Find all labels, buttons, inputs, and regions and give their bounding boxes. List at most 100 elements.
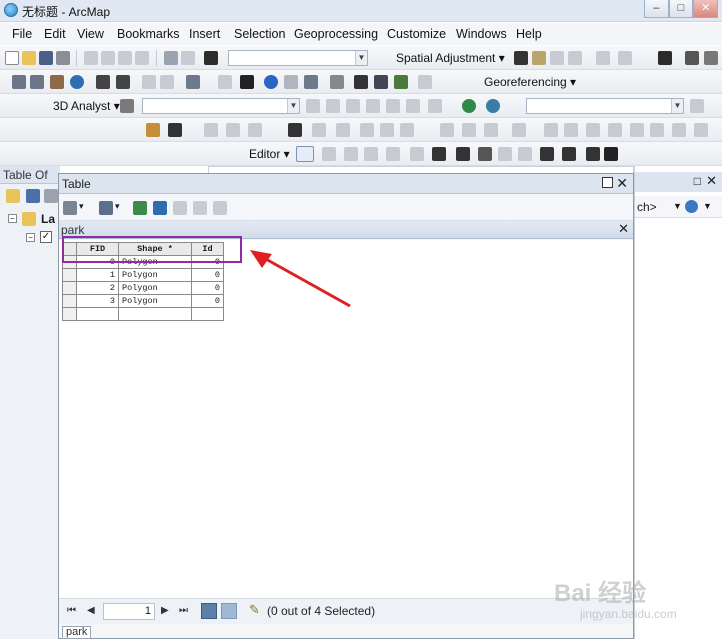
interpolate-line-icon[interactable] [386,99,400,113]
validate-topology-icon[interactable] [288,123,302,137]
empty-cell[interactable] [118,307,192,321]
find-icon[interactable] [354,75,368,89]
edit-tool-icon[interactable] [296,146,314,162]
layer-visibility-checkbox[interactable]: ✓ [40,231,52,243]
list-by-source-icon[interactable] [26,189,40,203]
new-document-icon[interactable] [5,51,19,65]
time-slider-icon[interactable] [418,75,432,89]
construct-features-icon[interactable] [380,123,394,137]
arcscene-icon[interactable] [486,99,500,113]
related-tables-icon[interactable] [99,201,113,215]
identify-icon[interactable] [264,75,278,89]
spatial-adjustment-menu[interactable]: Spatial Adjustment ▾ [396,51,505,65]
reshape-feature-icon[interactable] [432,147,446,161]
undo-icon[interactable] [164,51,178,65]
analyst-options-icon[interactable] [690,99,704,113]
row-selector[interactable] [62,281,77,295]
table-row[interactable]: 2 Polygon 0 [62,281,224,295]
view-link-table-icon[interactable] [596,51,610,65]
menu-customize[interactable]: Customize [387,27,446,41]
menu-file[interactable]: File [12,27,32,41]
new-record-row[interactable] [62,307,224,321]
merge-icon[interactable] [586,123,600,137]
menu-view[interactable]: View [77,27,104,41]
add-data-icon[interactable] [204,51,218,65]
find-route-icon[interactable] [374,75,388,89]
edit-vertices-icon[interactable] [410,147,424,161]
preview-icon[interactable] [672,123,686,137]
first-record-button[interactable]: ⏮ [67,605,76,616]
menu-selection[interactable]: Selection [234,27,285,41]
clear-selection-icon[interactable] [218,75,232,89]
show-selected-records-icon[interactable] [221,603,237,619]
generalize-edge-icon[interactable] [484,123,498,137]
fid-cell[interactable]: 2 [76,281,119,295]
zoom-to-selected-icon[interactable] [193,201,207,215]
toolbar-options-icon[interactable] [704,51,718,65]
planarize-icon[interactable] [400,123,414,137]
select-arrow-icon[interactable] [240,75,254,89]
select-features-icon[interactable] [186,75,200,89]
table-row[interactable]: 3 Polygon 0 [62,294,224,308]
minimize-button[interactable]: – [644,0,669,18]
validate-extent-icon[interactable] [312,123,326,137]
pan-hand-icon[interactable] [50,75,64,89]
modify-edge-icon[interactable] [512,123,526,137]
shape-cell[interactable]: Polygon [118,294,192,308]
cut-icon[interactable] [84,51,98,65]
attributes-icon[interactable] [540,147,554,161]
straight-segment-icon[interactable] [344,147,358,161]
scope-dropdown-icon[interactable]: ▼ [673,201,682,211]
modify-link-icon[interactable] [550,51,564,65]
select-elements-icon[interactable] [514,51,528,65]
contour-icon[interactable] [306,99,320,113]
forward-extent-icon[interactable] [160,75,174,89]
panel-close-icon[interactable]: ✕ [706,173,717,189]
print-icon[interactable] [56,51,70,65]
paste-icon[interactable] [118,51,132,65]
redo-icon[interactable] [181,51,195,65]
fix-error-icon[interactable] [336,123,350,137]
fixed-zoom-out-icon[interactable] [116,75,130,89]
attribute-transfer-icon[interactable] [618,51,632,65]
table-options-icon[interactable] [63,201,77,215]
trace-icon[interactable] [364,147,378,161]
show-all-records-icon[interactable] [201,603,217,619]
search-options-icon[interactable]: ▼ [703,201,712,211]
save-icon[interactable] [39,51,53,65]
point-icon[interactable] [386,147,400,161]
adjust-icon[interactable] [568,51,582,65]
menu-bookmarks[interactable]: Bookmarks [117,27,180,41]
zoom-in-icon[interactable] [12,75,26,89]
record-number-field[interactable]: 1 [103,603,155,620]
topology-edit-icon[interactable] [226,123,240,137]
align-edge-icon[interactable] [462,123,476,137]
table-row[interactable]: 1 Polygon 0 [62,268,224,282]
zoom-out-icon[interactable] [30,75,44,89]
fid-cell[interactable]: 1 [76,268,119,282]
measure-icon[interactable] [330,75,344,89]
show-shared-features-icon[interactable] [248,123,262,137]
hammer-icon[interactable] [120,99,134,113]
last-record-button[interactable]: ⏭ [179,605,188,616]
editor-menu[interactable]: Editor ▾ [249,147,290,161]
row-selector[interactable] [62,294,77,308]
html-popup-icon[interactable] [304,75,318,89]
new-displacement-link-icon[interactable] [532,51,546,65]
expand-layer-toggle[interactable]: − [26,233,35,242]
topology-settings-icon[interactable] [564,123,578,137]
maximize-button[interactable]: □ [668,0,694,18]
select-by-attributes-icon[interactable] [133,201,147,215]
arcglobe-icon[interactable] [462,99,476,113]
go-to-xy-icon[interactable] [394,75,408,89]
split-icon[interactable] [544,123,558,137]
edit-annotation-icon[interactable] [322,147,336,161]
menu-help[interactable]: Help [516,27,542,41]
editor-window-icon[interactable] [586,147,600,161]
row-selector[interactable] [62,268,77,282]
fid-cell[interactable]: 3 [76,294,119,308]
table-close-button[interactable]: ✕ [616,175,628,192]
line-of-sight-icon[interactable] [346,99,360,113]
table-pin-icon[interactable] [602,177,613,188]
interpolate-point-icon[interactable] [366,99,380,113]
